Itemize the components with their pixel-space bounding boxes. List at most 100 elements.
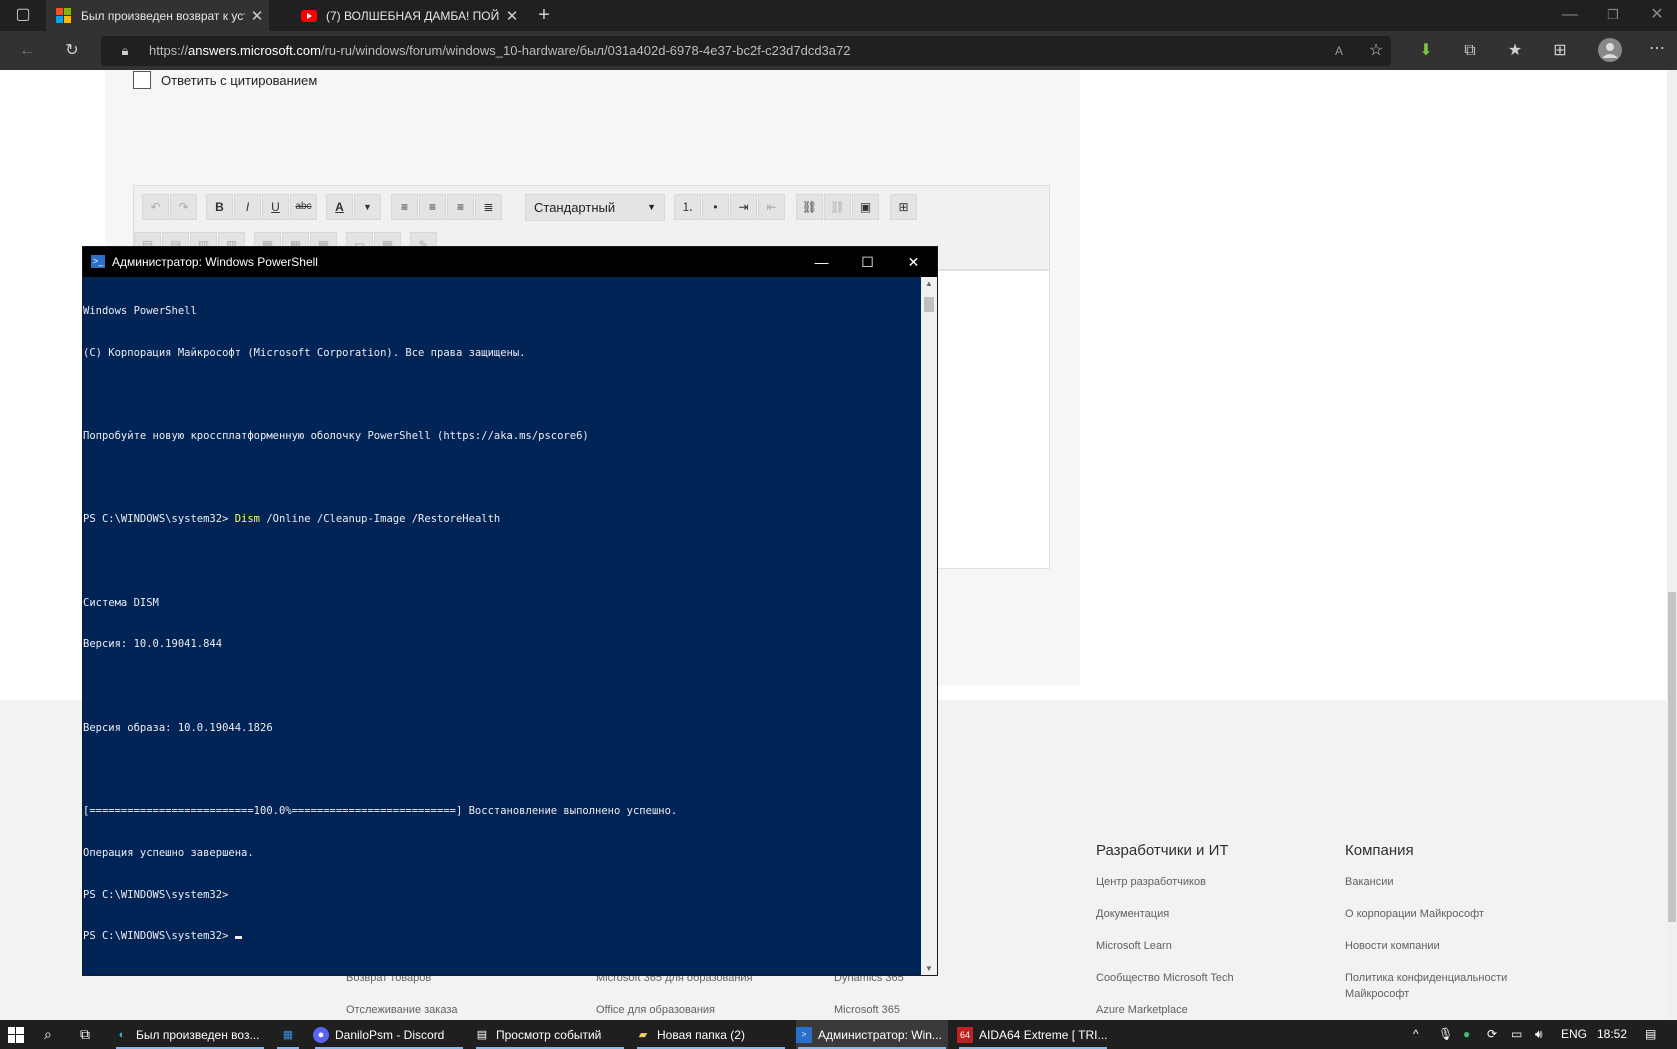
paragraph-format-value: Стандартный bbox=[534, 200, 616, 215]
reply-quote-label: Ответить с цитированием bbox=[161, 72, 318, 88]
reply-with-quote[interactable]: Ответить с цитированием bbox=[133, 71, 317, 89]
taskbar-item-folder[interactable]: ▰ Новая папка (2) bbox=[635, 1020, 787, 1049]
redo-icon[interactable]: ↷ bbox=[170, 194, 197, 220]
microphone-icon[interactable]: 🎙︎ bbox=[1438, 1020, 1453, 1049]
favorites-icon[interactable]: ★ bbox=[1503, 41, 1527, 61]
powershell-scrollbar-thumb[interactable] bbox=[924, 297, 934, 312]
url-field[interactable]: https://answers.microsoft.com/ru-ru/wind… bbox=[101, 36, 1391, 66]
notifications-icon[interactable]: ▤ bbox=[1645, 1020, 1656, 1049]
close-tab-icon[interactable]: ✕ bbox=[500, 7, 524, 25]
align-left-icon[interactable]: ≡ bbox=[391, 194, 418, 220]
tab-answers[interactable]: Был произведен возврат к устр ✕ bbox=[46, 0, 269, 31]
underline-button[interactable]: U bbox=[262, 194, 289, 220]
taskbar-item-powershell[interactable]: > Администратор: Win... bbox=[796, 1020, 948, 1049]
console-line: [==========================100.0%=======… bbox=[83, 805, 678, 818]
footer-link[interactable]: Документация bbox=[1096, 908, 1169, 920]
align-right-icon[interactable]: ≡ bbox=[447, 194, 474, 220]
numbered-list-icon[interactable]: ⒈ bbox=[674, 194, 701, 220]
align-justify-icon[interactable]: ≣ bbox=[475, 194, 502, 220]
link-icon[interactable]: ⛓ bbox=[796, 194, 823, 220]
show-hidden-icons-icon[interactable]: ^ bbox=[1413, 1020, 1419, 1049]
extensions-icon[interactable]: ⧉ bbox=[1458, 41, 1482, 61]
refresh-icon[interactable]: ↻ bbox=[60, 41, 84, 61]
taskbar-item-aida64[interactable]: 64 AIDA64 Extreme [ TRI... bbox=[957, 1020, 1109, 1049]
table-icon[interactable]: ⊞ bbox=[890, 194, 917, 220]
discord-icon: ● bbox=[313, 1026, 329, 1043]
event-viewer-icon: ▤ bbox=[476, 1028, 488, 1041]
language-indicator[interactable]: ENG bbox=[1561, 1020, 1587, 1049]
taskbar-item-edge[interactable]: ◐ Был произведен воз... bbox=[114, 1020, 266, 1049]
taskbar-item-store[interactable]: ▦ bbox=[275, 1020, 301, 1049]
tab-actions-icon[interactable]: ▢ bbox=[11, 5, 35, 25]
back-icon[interactable]: ← bbox=[15, 41, 39, 61]
footer-link[interactable]: Azure Marketplace bbox=[1096, 1004, 1188, 1016]
footer-link[interactable]: Новости компании bbox=[1345, 940, 1440, 952]
restore-window-icon[interactable]: ❐ bbox=[1601, 5, 1625, 25]
indent-icon[interactable]: ⇥ bbox=[730, 194, 757, 220]
undo-icon[interactable]: ↶ bbox=[142, 194, 169, 220]
footer-link[interactable]: О корпорации Майкрософт bbox=[1345, 908, 1484, 920]
maximize-icon[interactable]: ☐ bbox=[845, 247, 890, 277]
scroll-down-icon[interactable]: ▼ bbox=[921, 964, 937, 973]
close-icon[interactable]: ✕ bbox=[891, 247, 936, 277]
unlink-icon[interactable]: ⛓ bbox=[824, 194, 851, 220]
collections-icon[interactable]: ⊞ bbox=[1548, 41, 1572, 61]
folder-icon: ▰ bbox=[638, 1028, 648, 1041]
footer-link[interactable]: Вакансии bbox=[1345, 876, 1394, 888]
outdent-icon[interactable]: ⇤ bbox=[758, 194, 785, 220]
read-aloud-icon[interactable]: A bbox=[1327, 41, 1351, 61]
lock-icon[interactable]: 🔒︎ bbox=[113, 41, 137, 61]
powershell-console-output[interactable]: Windows PowerShell (C) Корпорация Майкро… bbox=[83, 277, 921, 975]
url-prefix: https:// bbox=[149, 43, 189, 58]
close-window-icon[interactable]: ✕ bbox=[1645, 5, 1669, 25]
bullet-list-icon[interactable]: • bbox=[702, 194, 729, 220]
profile-avatar-icon[interactable] bbox=[1598, 38, 1622, 68]
text-cursor bbox=[234, 936, 242, 940]
strikethrough-button[interactable]: abc bbox=[290, 194, 317, 220]
search-icon[interactable]: ⌕ bbox=[44, 1020, 68, 1049]
start-button[interactable] bbox=[8, 1020, 32, 1049]
align-center-icon[interactable]: ≡ bbox=[419, 194, 446, 220]
download-icon[interactable]: ⬇ bbox=[1414, 41, 1438, 61]
edge-icon: ◐ bbox=[118, 1028, 126, 1041]
image-icon[interactable]: ▣ bbox=[852, 194, 879, 220]
minimize-window-icon[interactable]: — bbox=[1558, 5, 1582, 25]
page-scrollbar[interactable] bbox=[1667, 70, 1677, 1020]
clock[interactable]: 18:52 bbox=[1597, 1020, 1627, 1049]
font-color-dropdown-icon[interactable]: ▼ bbox=[354, 194, 381, 220]
more-menu-icon[interactable]: ⋯ bbox=[1645, 39, 1669, 59]
footer-link[interactable]: Центр разработчиков bbox=[1096, 876, 1206, 888]
powershell-titlebar[interactable]: >_ Администратор: Windows PowerShell — ☐… bbox=[83, 247, 937, 277]
update-icon[interactable]: ⟳ bbox=[1487, 1020, 1497, 1049]
italic-button[interactable]: I bbox=[234, 194, 261, 220]
status-icon[interactable]: ● bbox=[1463, 1020, 1470, 1049]
font-color-button[interactable]: A bbox=[326, 194, 353, 220]
page-scrollbar-thumb[interactable] bbox=[1668, 592, 1676, 922]
task-view-icon[interactable]: ⧉ bbox=[80, 1020, 104, 1049]
bold-button[interactable]: B bbox=[206, 194, 233, 220]
minimize-icon[interactable]: — bbox=[799, 247, 844, 277]
taskbar-item-discord[interactable]: ● DaniloPsm - Discord bbox=[313, 1020, 465, 1049]
tab-youtube[interactable]: (7) ВОЛШЕБНАЯ ДАМБА! ПОЙМ ✕ bbox=[291, 0, 524, 31]
footer-link[interactable]: Microsoft Learn bbox=[1096, 940, 1172, 952]
volume-icon[interactable]: 🔊︎ bbox=[1535, 1020, 1543, 1049]
console-line: Попробуйте новую кроссплатформенную обол… bbox=[83, 429, 589, 442]
footer-link[interactable]: Отслеживание заказа bbox=[346, 1004, 458, 1016]
network-icon[interactable]: ▭ bbox=[1511, 1020, 1522, 1049]
close-tab-icon[interactable]: ✕ bbox=[245, 7, 269, 25]
paragraph-format-select[interactable]: Стандартный ▼ bbox=[525, 194, 665, 221]
footer-link[interactable]: Сообщество Microsoft Tech bbox=[1096, 972, 1234, 984]
footer-link[interactable]: Политика конфиденциальности bbox=[1345, 972, 1507, 984]
new-tab-icon[interactable]: + bbox=[532, 5, 556, 25]
footer-link[interactable]: Майкрософт bbox=[1345, 988, 1409, 1000]
footer-link[interactable]: Office для образования bbox=[596, 1004, 715, 1016]
powershell-window[interactable]: >_ Администратор: Windows PowerShell — ☐… bbox=[82, 246, 938, 976]
taskbar-item-event-viewer[interactable]: ▤ Просмотр событий bbox=[474, 1020, 626, 1049]
footer-link[interactable]: Microsoft 365 bbox=[834, 1004, 900, 1016]
add-favorite-icon[interactable]: ☆ bbox=[1364, 41, 1388, 61]
powershell-scrollbar[interactable]: ▲ ▼ bbox=[921, 277, 937, 975]
reply-quote-checkbox[interactable] bbox=[133, 71, 151, 89]
scroll-up-icon[interactable]: ▲ bbox=[921, 279, 937, 288]
